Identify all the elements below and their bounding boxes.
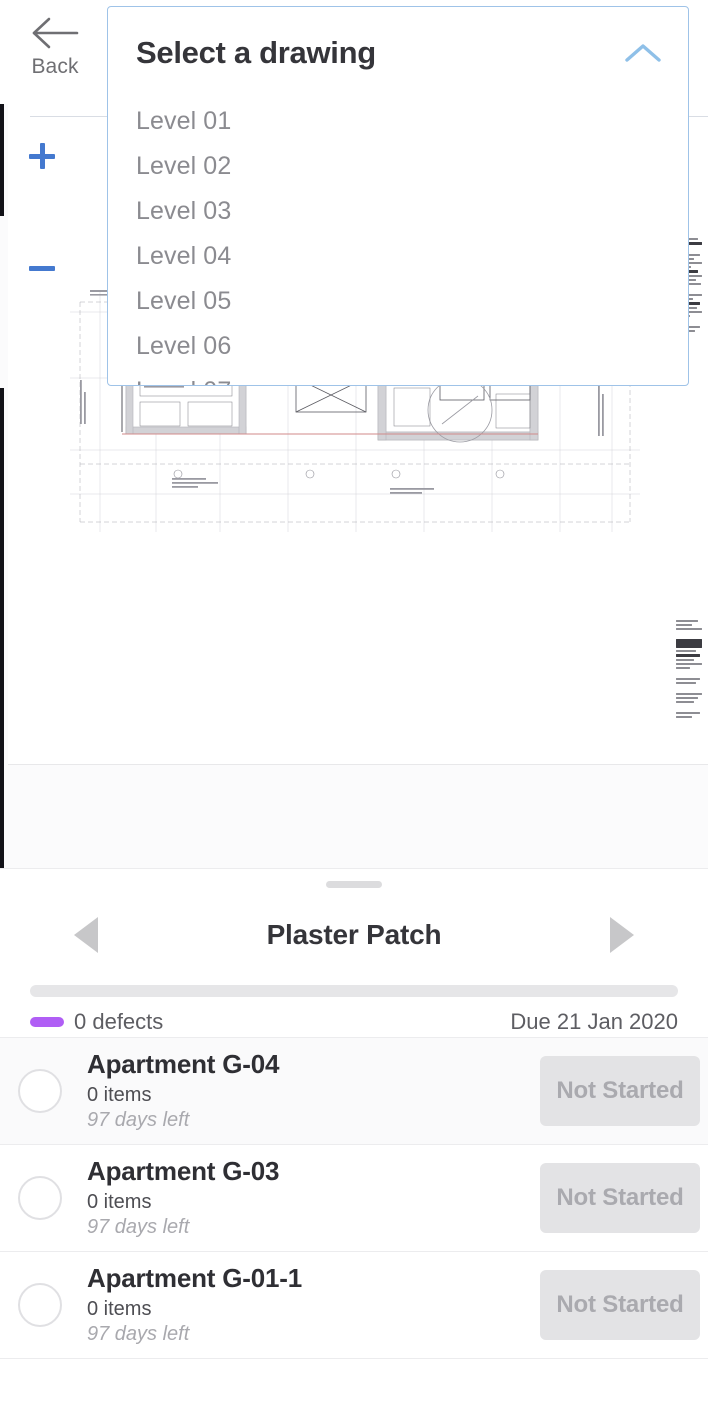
table-row-partial[interactable]: [0, 1359, 708, 1407]
apartment-task-list[interactable]: Apartment G-04 0 items 97 days left Not …: [0, 1037, 708, 1407]
arrow-left-icon: [27, 12, 83, 54]
progress-section: [0, 971, 708, 997]
drawing-selector-title: Select a drawing: [136, 35, 376, 70]
row-content: Apartment G-04 0 items 97 days left: [87, 1048, 540, 1132]
drawing-selector-header[interactable]: Select a drawing: [108, 7, 688, 99]
drawing-selector-dropdown[interactable]: Select a drawing Level 01 Level 02 Level…: [107, 6, 689, 386]
days-left: 97 days left: [87, 1109, 190, 1132]
row-checkbox[interactable]: [18, 1069, 62, 1113]
item-count: 0 items: [87, 1298, 152, 1321]
status-badge-label: Not Started: [556, 1291, 684, 1318]
status-badge[interactable]: Not Started: [540, 1270, 700, 1340]
item-count: 0 items: [87, 1191, 152, 1214]
plus-icon-vertical: [39, 143, 45, 169]
days-left: 97 days left: [87, 1216, 190, 1239]
apartment-name: Apartment G-03: [87, 1155, 280, 1186]
task-title: Plaster Patch: [266, 919, 442, 950]
defects-count-label: 0 defects: [74, 1009, 164, 1034]
drawing-title-block-bottom: [676, 620, 704, 748]
drawing-option[interactable]: Level 06: [136, 324, 688, 369]
back-label: Back: [31, 55, 79, 78]
zoom-in-button[interactable]: [22, 136, 62, 176]
bottom-sheet: Plaster Patch 0 defects Due 21 Jan 2020 …: [0, 868, 708, 1407]
next-task-button[interactable]: [594, 907, 650, 963]
previous-task-button[interactable]: [58, 907, 114, 963]
zoom-out-button[interactable]: [22, 248, 62, 288]
left-edge-accent-top: [0, 104, 4, 216]
days-left: 97 days left: [87, 1323, 190, 1346]
minus-icon: [29, 265, 55, 271]
left-edge-accent-middle: [0, 388, 4, 868]
status-badge-label: Not Started: [556, 1077, 684, 1104]
triangle-right-icon: [610, 917, 634, 953]
apartment-name: Apartment G-01-1: [87, 1262, 302, 1293]
task-meta-row: 0 defects Due 21 Jan 2020: [0, 997, 708, 1035]
table-row[interactable]: Apartment G-04 0 items 97 days left Not …: [0, 1038, 708, 1145]
due-date-label: Due 21 Jan 2020: [510, 1009, 678, 1034]
table-row[interactable]: Apartment G-01-1 0 items 97 days left No…: [0, 1252, 708, 1359]
drawing-option[interactable]: Level 01: [136, 99, 688, 144]
task-navigator: Plaster Patch: [0, 899, 708, 971]
drawing-option[interactable]: Level 07: [136, 369, 688, 385]
status-badge[interactable]: Not Started: [540, 1056, 700, 1126]
item-count: 0 items: [87, 1084, 152, 1107]
drawing-options-list[interactable]: Level 01 Level 02 Level 03 Level 04 Leve…: [108, 99, 688, 385]
status-badge-label: Not Started: [556, 1184, 684, 1211]
progress-bar: [30, 985, 678, 997]
drawing-option[interactable]: Level 04: [136, 234, 688, 279]
sheet-drag-handle-area[interactable]: [0, 869, 708, 899]
zoom-controls: [22, 136, 62, 288]
row-content: Apartment G-03 0 items 97 days left: [87, 1155, 540, 1239]
back-button[interactable]: Back: [14, 12, 96, 92]
drawing-option[interactable]: Level 02: [136, 144, 688, 189]
defects-indicator: 0 defects: [30, 1009, 163, 1035]
row-content: Apartment G-01-1 0 items 97 days left: [87, 1262, 540, 1346]
defects-color-swatch: [30, 1017, 64, 1027]
drawing-option[interactable]: Level 03: [136, 189, 688, 234]
row-checkbox[interactable]: [18, 1283, 62, 1327]
row-checkbox[interactable]: [18, 1176, 62, 1220]
table-row[interactable]: Apartment G-03 0 items 97 days left Not …: [0, 1145, 708, 1252]
drawing-option[interactable]: Level 05: [136, 279, 688, 324]
triangle-left-icon: [74, 917, 98, 953]
apartment-name: Apartment G-04: [87, 1048, 280, 1079]
chevron-up-icon[interactable]: [620, 30, 666, 76]
drag-handle-icon[interactable]: [326, 880, 382, 888]
status-badge[interactable]: Not Started: [540, 1163, 700, 1233]
